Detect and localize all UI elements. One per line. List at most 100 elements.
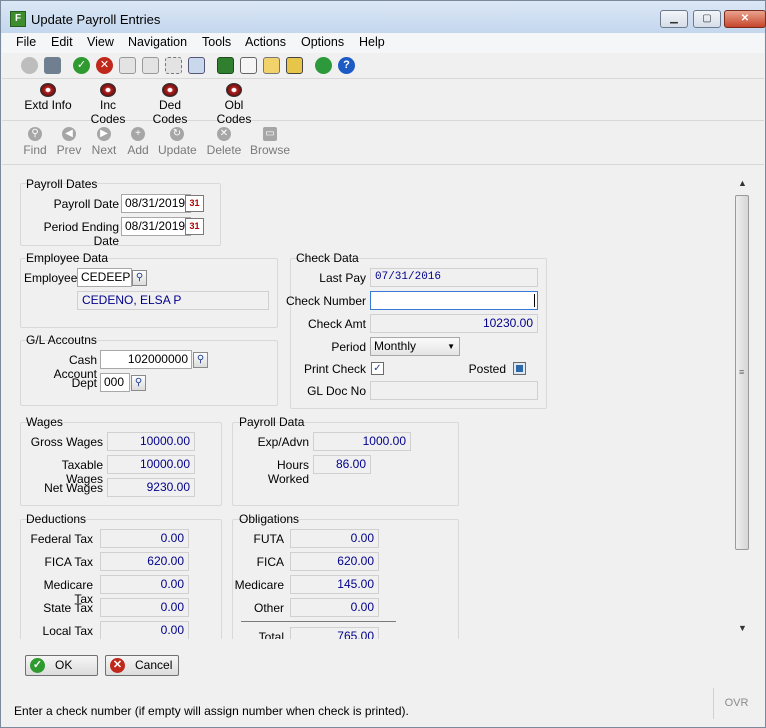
scroll-thumb[interactable]: ≡ <box>735 195 749 550</box>
add-button[interactable]: + Add <box>127 127 149 157</box>
power-icon[interactable] <box>21 57 38 74</box>
check-number-label: Check Number <box>285 294 366 308</box>
menu-help[interactable]: Help <box>359 35 385 49</box>
scroll-up-icon[interactable]: ▲ <box>734 175 751 192</box>
gl-title: G/L Accoutns <box>26 333 97 347</box>
magnifier-icon[interactable] <box>188 57 205 74</box>
update-icon: ↻ <box>170 127 184 141</box>
find-label: Find <box>23 143 47 157</box>
delete-label: Delete <box>206 143 242 157</box>
menu-edit[interactable]: Edit <box>51 35 73 49</box>
cancel-label: Cancel <box>135 658 173 672</box>
ded-codes-button[interactable]: Ded Codes <box>142 83 198 126</box>
payroll-data-title: Payroll Data <box>239 415 305 429</box>
attachment-icon[interactable] <box>240 57 257 74</box>
inc-codes-button[interactable]: Inc Codes <box>82 83 134 126</box>
chart-icon[interactable] <box>315 57 332 74</box>
ded-codes-label: Ded Codes <box>152 98 188 126</box>
vertical-scrollbar[interactable]: ▲ ≡ ▼ <box>734 173 751 639</box>
delete-icon: ✕ <box>217 127 231 141</box>
gross-wages-value: 10000.00 <box>107 432 195 451</box>
taxable-wages-value: 10000.00 <box>107 455 195 474</box>
edit-document-icon[interactable] <box>263 57 280 74</box>
cancel-button[interactable]: ✕ Cancel <box>105 655 179 676</box>
prev-button[interactable]: ◀ Prev <box>56 127 82 157</box>
obl-codes-icon <box>226 83 242 97</box>
spreadsheet-icon[interactable] <box>217 57 234 74</box>
help-icon[interactable]: ? <box>338 57 355 74</box>
dept-lookup-icon[interactable]: ⚲ <box>131 375 146 391</box>
chevron-down-icon: ▼ <box>447 342 455 351</box>
minimize-button[interactable]: ▁ <box>660 10 688 28</box>
obl-codes-button[interactable]: Obl Codes <box>207 83 261 126</box>
fica-value: 620.00 <box>290 552 379 571</box>
exp-advn-value: 1000.00 <box>313 432 411 451</box>
cash-account-input[interactable]: 102000000 <box>100 350 192 369</box>
check-data-title: Check Data <box>296 251 359 265</box>
dept-input[interactable]: 000 <box>100 373 130 392</box>
employee-lookup-icon[interactable]: ⚲ <box>132 270 147 286</box>
select-all-icon[interactable] <box>165 57 182 74</box>
copy-icon[interactable] <box>119 57 136 74</box>
extd-info-button[interactable]: Extd Info <box>24 83 72 112</box>
next-label: Next <box>91 143 117 157</box>
period-end-input[interactable]: 08/31/2019 <box>121 217 191 236</box>
employee-input[interactable]: CEDEEP <box>77 268 132 287</box>
payroll-date-input[interactable]: 08/31/2019 <box>121 194 191 213</box>
posted-label: Posted <box>468 362 506 376</box>
other-label: Other <box>253 601 284 615</box>
checkmark-icon[interactable]: ✓ <box>73 57 90 74</box>
menu-actions[interactable]: Actions <box>245 35 286 49</box>
calendar-icon[interactable] <box>286 57 303 74</box>
main-window: F Update Payroll Entries ▁ ▢ ✕ File Edit… <box>0 0 766 728</box>
employee-name: CEDENO, ELSA P <box>77 291 269 310</box>
add-label: Add <box>127 143 149 157</box>
gl-doc-value <box>370 381 538 400</box>
cancel-icon[interactable]: ✕ <box>96 57 113 74</box>
print-check-checkbox[interactable]: ✓ <box>371 362 384 375</box>
menu-file[interactable]: File <box>16 35 36 49</box>
federal-tax-value: 0.00 <box>100 529 189 548</box>
close-button[interactable]: ✕ <box>724 10 766 28</box>
scroll-down-icon[interactable]: ▼ <box>734 620 751 637</box>
employee-label: Employee <box>24 271 78 285</box>
other-value: 0.00 <box>290 598 379 617</box>
period-label: Period <box>331 340 366 354</box>
payroll-dates-title: Payroll Dates <box>26 177 98 191</box>
total-divider <box>241 621 396 622</box>
ok-label: OK <box>55 658 73 672</box>
text-cursor <box>534 294 535 307</box>
menu-bar: File Edit View Navigation Tools Actions … <box>2 33 764 53</box>
check-number-input[interactable] <box>370 291 538 310</box>
next-button[interactable]: ▶ Next <box>90 127 118 157</box>
maximize-button[interactable]: ▢ <box>693 10 721 28</box>
calendar-icon[interactable]: 31 <box>185 195 204 212</box>
menu-view[interactable]: View <box>87 35 114 49</box>
print-icon[interactable] <box>44 57 61 74</box>
wages-title: Wages <box>26 415 63 429</box>
add-icon: + <box>131 127 145 141</box>
ovr-indicator: OVR <box>713 688 759 719</box>
menu-options[interactable]: Options <box>301 35 344 49</box>
ok-button[interactable]: ✓ OK <box>25 655 98 676</box>
update-button[interactable]: ↻ Update <box>158 127 197 157</box>
obligations-title: Obligations <box>239 512 300 526</box>
fica-label: FICA <box>256 555 284 569</box>
calendar-icon[interactable]: 31 <box>185 218 204 235</box>
period-end-label: Period Ending Date <box>43 220 119 248</box>
paste-icon[interactable] <box>142 57 159 74</box>
cash-account-lookup-icon[interactable]: ⚲ <box>193 352 208 368</box>
next-icon: ▶ <box>97 127 111 141</box>
fica-tax-value: 620.00 <box>100 552 189 571</box>
find-button[interactable]: ⚲ Find <box>23 127 47 157</box>
browse-button[interactable]: ▭ Browse <box>250 127 290 157</box>
period-select[interactable]: Monthly ▼ <box>370 337 460 356</box>
menu-tools[interactable]: Tools <box>202 35 231 49</box>
posted-checkbox[interactable] <box>513 362 526 375</box>
total-value: 765.00 <box>290 627 379 639</box>
delete-button[interactable]: ✕ Delete <box>206 127 242 157</box>
menu-navigation[interactable]: Navigation <box>128 35 187 49</box>
state-tax-label: State Tax <box>43 601 93 615</box>
hours-worked-value: 86.00 <box>313 455 371 474</box>
medicare-value: 145.00 <box>290 575 379 594</box>
